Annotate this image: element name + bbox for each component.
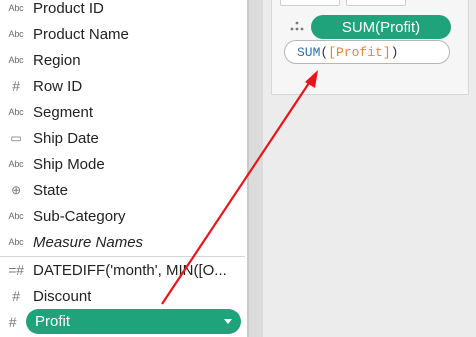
pill-label: SUM(Profit) xyxy=(341,18,421,36)
field-measure-names[interactable]: Abc Measure Names xyxy=(0,229,245,255)
field-label: Product Name xyxy=(33,25,129,43)
field-label: Profit xyxy=(35,313,71,330)
date-type-icon: ▭ xyxy=(10,131,22,145)
string-type-icon: Abc xyxy=(8,29,24,39)
number-type-icon: # xyxy=(12,288,20,304)
field-label: Ship Date xyxy=(33,129,99,147)
field-row-id[interactable]: # Row ID xyxy=(0,73,245,99)
calc-function: SUM xyxy=(297,44,321,60)
field-label: DATEDIFF('month', MIN([O... xyxy=(33,261,227,279)
string-type-icon: Abc xyxy=(8,159,24,169)
string-type-icon: Abc xyxy=(8,237,24,247)
field-region[interactable]: Abc Region xyxy=(0,47,245,73)
calc-close-paren: ) xyxy=(390,44,399,60)
calc-field-reference: [Profit] xyxy=(328,44,391,60)
string-type-icon: Abc xyxy=(8,55,24,65)
field-label: State xyxy=(33,181,69,199)
field-label: Row ID xyxy=(33,77,83,95)
field-datediff-calc[interactable]: =# DATEDIFF('month', MIN([O... xyxy=(0,257,245,283)
sum-profit-pill[interactable]: SUM(Profit) xyxy=(311,15,451,39)
field-state[interactable]: ⊕ State xyxy=(0,177,245,203)
string-type-icon: Abc xyxy=(8,107,24,117)
marks-property-button[interactable] xyxy=(346,0,406,6)
field-profit-icon-cell: # xyxy=(0,309,26,335)
field-discount[interactable]: # Discount xyxy=(0,283,245,309)
marks-type-button[interactable] xyxy=(280,0,340,6)
field-label: Segment xyxy=(33,103,94,121)
pane-splitter[interactable] xyxy=(247,0,263,337)
field-ship-mode[interactable]: Abc Ship Mode xyxy=(0,151,245,177)
string-type-icon: Abc xyxy=(8,3,24,13)
data-pane: Abc Product ID Abc Product Name Abc Regi… xyxy=(0,0,247,337)
calculated-number-type-icon: =# xyxy=(8,262,24,278)
number-type-icon: # xyxy=(12,78,20,94)
string-type-icon: Abc xyxy=(8,211,24,221)
pane-splitter-edge xyxy=(247,0,249,337)
calc-open-paren: ( xyxy=(320,44,329,60)
profit-field-pill[interactable]: Profit xyxy=(26,309,241,334)
field-label: Discount xyxy=(33,287,92,305)
field-segment[interactable]: Abc Segment xyxy=(0,99,245,125)
field-label: Product ID xyxy=(33,0,104,17)
field-label: Region xyxy=(33,51,81,69)
field-sub-category[interactable]: Abc Sub-Category xyxy=(0,203,245,229)
field-product-id[interactable]: Abc Product ID xyxy=(0,0,245,21)
detail-icon xyxy=(290,21,304,31)
calculation-editor[interactable]: SUM ( [Profit] ) xyxy=(284,40,450,64)
field-label: Measure Names xyxy=(33,233,144,251)
field-product-name[interactable]: Abc Product Name xyxy=(0,21,245,47)
chevron-down-icon[interactable] xyxy=(224,319,232,324)
field-ship-date[interactable]: ▭ Ship Date xyxy=(0,125,245,151)
number-type-icon: # xyxy=(8,314,17,330)
field-label: Ship Mode xyxy=(33,155,105,173)
globe-icon: ⊕ xyxy=(11,183,21,197)
field-label: Sub-Category xyxy=(33,207,126,225)
